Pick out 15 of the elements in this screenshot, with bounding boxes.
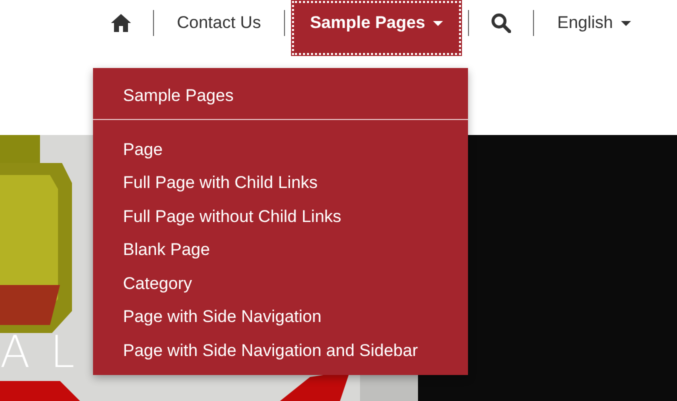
menu-item[interactable]: Category <box>93 266 468 300</box>
nav-link[interactable]: Contact Us <box>154 0 284 51</box>
menu-item[interactable]: Page with Side Navigation and Sidebar <box>93 334 468 367</box>
menu-item[interactable]: Page <box>93 132 468 166</box>
menu-item[interactable]: Sample Pages <box>93 79 468 112</box>
menu-item[interactable]: Full Page with Child Links <box>93 166 468 200</box>
menu-item[interactable]: Blank Page <box>93 233 468 266</box>
menu-item[interactable]: Page with Side Navigation <box>93 300 468 334</box>
caret-icon <box>621 20 631 26</box>
menu-item[interactable]: Full Page without Child Links <box>93 200 468 233</box>
dropdown-button[interactable]: Sample Pages <box>290 0 462 56</box>
caret-icon <box>433 20 444 26</box>
search-icon <box>491 13 512 33</box>
home-icon <box>110 14 131 32</box>
dropdown-button[interactable]: English <box>534 0 654 51</box>
